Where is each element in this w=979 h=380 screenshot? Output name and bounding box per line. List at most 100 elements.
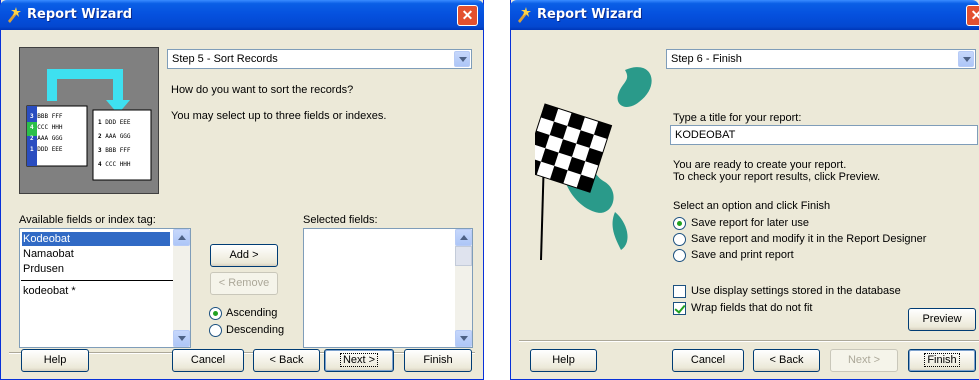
help-button-label: Help — [43, 354, 67, 366]
next-button[interactable]: Next > — [830, 349, 898, 372]
help-button-label: Help — [552, 354, 575, 366]
available-fields-label: Available fields or index tag: — [19, 214, 156, 226]
close-icon: ✕ — [461, 7, 474, 23]
card-cell: DDD EEE — [105, 119, 131, 126]
wrap-fields-label: Wrap fields that do not fit — [691, 302, 813, 314]
report-wizard-window-step5: Report Wizard ✕ Step 5 - Sort Records 3 … — [0, 0, 484, 380]
report-title-input[interactable]: KODEOBAT — [670, 125, 978, 145]
cancel-button[interactable]: Cancel — [172, 349, 244, 372]
title-prompt: Type a title for your report: — [673, 112, 802, 124]
card-cell: 3 — [98, 147, 102, 154]
vertical-scrollbar[interactable] — [455, 229, 472, 347]
next-button-label: Next > — [339, 353, 379, 367]
step-dropdown-value: Step 5 - Sort Records — [172, 53, 278, 65]
next-button-label: Next > — [847, 354, 881, 366]
wizard-wand-icon — [8, 7, 21, 23]
scroll-up-icon[interactable] — [455, 229, 472, 246]
wrap-fields-checkbox[interactable] — [673, 302, 686, 315]
back-button-label: < Back — [269, 354, 304, 366]
finish-button-label: Finish — [423, 354, 453, 366]
use-display-settings-label: Use display settings stored in the datab… — [691, 285, 901, 297]
cancel-button-label: Cancel — [690, 354, 726, 366]
preview-button-label: Preview — [922, 313, 962, 325]
card-cell: 2 — [98, 133, 102, 140]
back-button[interactable]: < Back — [753, 349, 820, 372]
cancel-button-label: Cancel — [190, 354, 226, 366]
close-button[interactable]: ✕ — [966, 5, 979, 26]
list-item[interactable]: Namaobat — [22, 247, 74, 261]
save-for-later-label: Save report for later use — [691, 217, 810, 229]
scroll-up-icon[interactable] — [173, 229, 190, 246]
save-and-print-radio[interactable] — [673, 249, 686, 262]
remove-button[interactable]: < Remove — [210, 272, 278, 295]
card-cell: 4 — [98, 161, 102, 168]
cancel-button[interactable]: Cancel — [672, 349, 744, 372]
title-bar[interactable]: Report Wizard ✕ — [0, 0, 484, 30]
list-item[interactable]: Prdusen — [22, 262, 64, 276]
checkered-flag-icon — [535, 67, 652, 261]
close-icon: ✕ — [970, 7, 979, 23]
card-cell: BBB FFF — [105, 147, 131, 154]
sort-question: How do you want to sort the records? — [171, 84, 354, 96]
chevron-down-icon[interactable] — [454, 51, 470, 67]
ready-text-line2: To check your report results, click Prev… — [673, 171, 881, 183]
list-item[interactable]: kodeobat * — [22, 284, 76, 298]
remove-button-label: < Remove — [218, 277, 270, 289]
descending-label: Descending — [226, 324, 285, 336]
report-wizard-window-step6: Report Wizard ✕ Step 6 - Finish Type a t… — [510, 0, 979, 380]
card-cell: 1 — [30, 146, 34, 153]
ready-text-line1: You are ready to create your report. — [673, 159, 847, 171]
ascending-label: Ascending — [226, 307, 278, 319]
card-cell: AAA GGG — [105, 133, 131, 140]
chevron-down-icon[interactable] — [958, 51, 974, 67]
finish-button[interactable]: Finish — [908, 349, 976, 372]
step-dropdown[interactable]: Step 5 - Sort Records — [167, 49, 472, 69]
vertical-scrollbar[interactable] — [173, 229, 190, 347]
ascending-radio[interactable] — [209, 307, 222, 320]
window-title: Report Wizard — [27, 7, 133, 22]
finish-button[interactable]: Finish — [404, 349, 472, 372]
close-button[interactable]: ✕ — [457, 5, 478, 26]
help-button[interactable]: Help — [21, 349, 89, 372]
selected-fields-list[interactable] — [303, 228, 473, 348]
list-divider — [21, 280, 173, 281]
selected-fields-label: Selected fields: — [303, 214, 378, 226]
card-cell: CCC HHH — [37, 124, 63, 131]
step-dropdown[interactable]: Step 6 - Finish — [666, 49, 976, 69]
card-cell: AAA GGG — [37, 135, 63, 142]
list-item[interactable]: Kodeobat — [22, 232, 170, 246]
sort-illustration: 3 BBB FFF 4 CCC HHH 2 AAA GGG 1 DDD EEE … — [19, 47, 159, 194]
card-cell: 4 — [30, 124, 34, 131]
footer-divider — [519, 340, 979, 342]
scroll-down-icon[interactable] — [173, 330, 190, 347]
save-and-modify-radio[interactable] — [673, 233, 686, 246]
available-fields-list[interactable]: Kodeobat Namaobat Prdusen kodeobat * — [19, 228, 191, 348]
back-button-label: < Back — [769, 354, 804, 366]
add-button[interactable]: Add > — [210, 244, 278, 267]
save-and-print-label: Save and print report — [691, 249, 794, 261]
descending-radio[interactable] — [209, 324, 222, 337]
card-cell: CCC HHH — [105, 161, 131, 168]
help-button[interactable]: Help — [530, 349, 597, 372]
finish-button-label: Finish — [924, 353, 960, 367]
report-title-value: KODEOBAT — [675, 129, 736, 141]
card-cell: 3 — [30, 113, 34, 120]
back-button[interactable]: < Back — [253, 349, 320, 372]
use-display-settings-checkbox[interactable] — [673, 285, 686, 298]
card-cell: 2 — [30, 135, 34, 142]
next-button[interactable]: Next > — [324, 349, 394, 372]
scroll-thumb[interactable] — [455, 246, 472, 266]
card-cell: BBB FFF — [37, 113, 63, 120]
select-prompt: Select an option and click Finish — [673, 200, 831, 212]
save-for-later-radio[interactable] — [673, 217, 686, 230]
window-title: Report Wizard — [537, 7, 643, 22]
preview-button[interactable]: Preview — [908, 308, 976, 331]
save-and-modify-label: Save report and modify it in the Report … — [691, 233, 927, 245]
scroll-down-icon[interactable] — [455, 330, 472, 347]
card-cell: 1 — [98, 119, 102, 126]
add-button-label: Add > — [229, 249, 259, 261]
card-cell: DDD EEE — [37, 146, 63, 153]
title-bar[interactable]: Report Wizard ✕ — [510, 0, 979, 30]
step-dropdown-value: Step 6 - Finish — [671, 53, 742, 65]
wizard-wand-icon — [518, 7, 531, 23]
